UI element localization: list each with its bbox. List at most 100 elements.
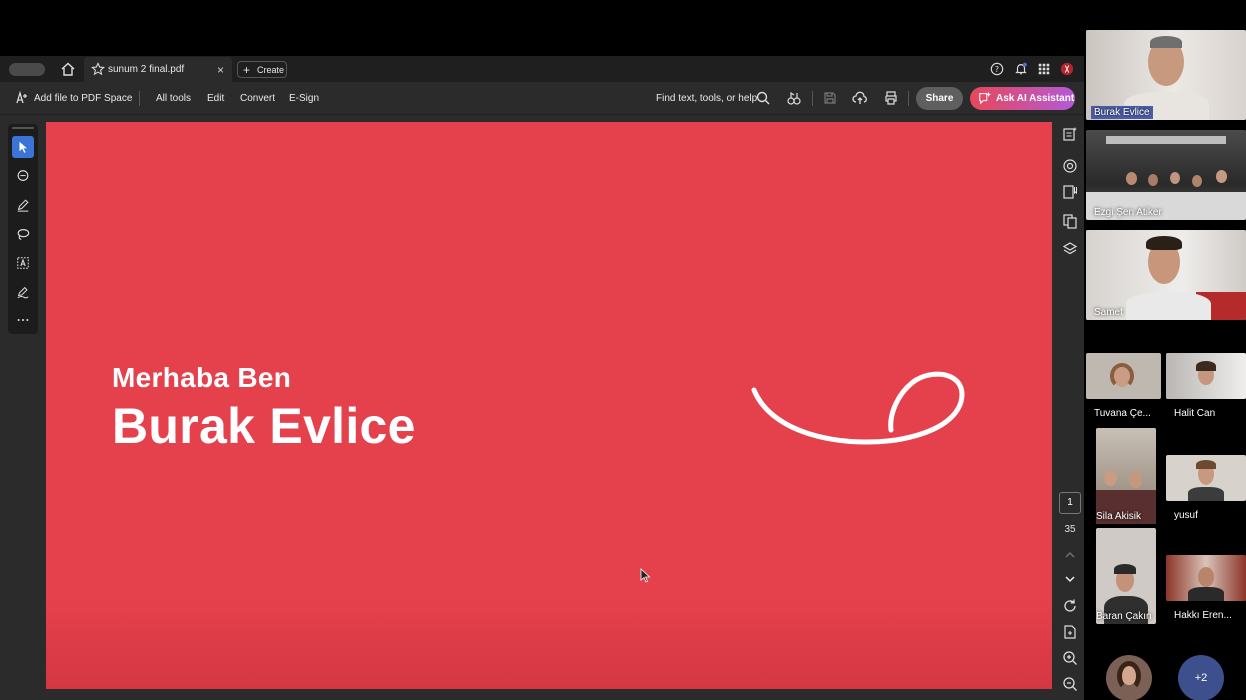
participant-tile[interactable] xyxy=(1166,353,1246,399)
person-face xyxy=(1192,175,1202,187)
ceiling-light xyxy=(1106,136,1226,144)
participant-tile[interactable] xyxy=(1166,555,1246,601)
comment-icon xyxy=(17,170,29,181)
comments-panel-icon[interactable] xyxy=(1062,158,1078,174)
slide-greeting: Merhaba Ben xyxy=(112,362,292,393)
add-file-to-pdf-space-button[interactable]: Add file to PDF Space xyxy=(34,93,132,104)
draw-tool-button[interactable] xyxy=(12,223,34,245)
chevron-up-icon[interactable] xyxy=(1062,547,1078,563)
ai-summary-icon[interactable] xyxy=(1062,126,1078,142)
participant-tile[interactable]: Burak Evlice xyxy=(1086,30,1246,120)
ai-sparkle-icon xyxy=(979,91,992,105)
participant-name: yusuf xyxy=(1174,510,1198,521)
layers-icon[interactable] xyxy=(1062,241,1078,257)
page-bottom-shade xyxy=(46,599,1052,689)
bell-icon[interactable] xyxy=(1014,62,1028,76)
right-tool-rail: 1 35 xyxy=(1056,122,1084,700)
participant-tile[interactable]: Samet xyxy=(1086,230,1246,320)
ask-ai-label: Ask AI Assistant xyxy=(996,93,1075,104)
profile-avatar-icon[interactable] xyxy=(1060,62,1074,76)
participant-name: Hakkı Eren... xyxy=(1174,610,1232,621)
text-tool-button[interactable] xyxy=(12,252,34,274)
add-file-icon xyxy=(16,90,27,104)
signature-pen-icon xyxy=(17,286,29,299)
share-button[interactable]: Share xyxy=(916,87,963,110)
ask-ai-assistant-button[interactable]: Ask AI Assistant xyxy=(970,87,1075,110)
participant-tile[interactable]: Sila Akisik xyxy=(1096,428,1156,524)
pdf-page[interactable]: Merhaba Ben Burak Evlice xyxy=(46,122,1052,689)
person-hair xyxy=(1110,363,1134,389)
bookmark-icon[interactable] xyxy=(1062,184,1078,200)
search-icon[interactable] xyxy=(755,90,771,106)
person-face xyxy=(1104,470,1117,486)
save-icon[interactable] xyxy=(822,90,838,106)
smile-swoosh-graphic xyxy=(751,371,965,445)
select-tool-button[interactable] xyxy=(12,136,34,158)
apps-grid-icon[interactable] xyxy=(1037,62,1051,76)
tab-bar: sunum 2 final.pdf × + Create ? xyxy=(0,56,1084,82)
person-hair xyxy=(1146,236,1182,250)
participant-avatar[interactable] xyxy=(1106,655,1152,700)
participant-tile[interactable]: Ezgi Şen Atiker xyxy=(1086,130,1246,220)
acrobat-window: sunum 2 final.pdf × + Create ? Add file … xyxy=(0,56,1084,700)
star-icon[interactable] xyxy=(91,62,105,76)
participant-tile[interactable] xyxy=(1086,353,1161,399)
tab-title: sunum 2 final.pdf xyxy=(108,64,185,75)
participant-name: Sila Akisik xyxy=(1096,511,1142,522)
close-icon[interactable]: × xyxy=(217,63,224,77)
total-pages: 35 xyxy=(1064,524,1076,535)
highlight-tool-button[interactable] xyxy=(12,194,34,216)
rotate-icon[interactable] xyxy=(1062,598,1078,614)
svg-text:?: ? xyxy=(995,65,999,74)
person-face xyxy=(1148,174,1158,186)
main-toolbar: Add file to PDF Space All tools Edit Con… xyxy=(0,82,1084,115)
pages-icon[interactable] xyxy=(1062,213,1078,229)
chevron-down-icon[interactable] xyxy=(1062,571,1078,587)
person-face xyxy=(1170,172,1180,184)
person-hair xyxy=(1117,661,1141,691)
esign-menu[interactable]: E-Sign xyxy=(289,93,319,104)
person-hair xyxy=(1150,36,1182,48)
tab-sunum-2-final[interactable]: sunum 2 final.pdf × xyxy=(84,57,232,82)
person-body xyxy=(1126,292,1211,320)
screen: sunum 2 final.pdf × + Create ? Add file … xyxy=(0,0,1246,700)
slide-presenter-name: Burak Evlice xyxy=(112,398,416,454)
cursor-arrow-icon xyxy=(19,141,27,153)
participant-name: Halit Can xyxy=(1174,408,1216,419)
divider xyxy=(139,91,140,106)
create-button[interactable]: + Create xyxy=(237,61,287,78)
participant-name: Tuvana Çe... xyxy=(1094,408,1151,419)
current-page-input[interactable]: 1 xyxy=(1059,492,1081,514)
sign-tool-button[interactable] xyxy=(12,281,34,303)
cloud-upload-icon[interactable] xyxy=(852,90,868,106)
zoom-in-icon[interactable] xyxy=(1062,650,1078,666)
search-field[interactable]: Find text, tools, or help xyxy=(656,93,757,104)
person-body xyxy=(1188,587,1224,601)
help-icon[interactable]: ? xyxy=(990,62,1004,76)
create-label: Create xyxy=(257,65,285,75)
person-face xyxy=(1129,472,1142,488)
edit-menu[interactable]: Edit xyxy=(207,93,224,104)
text-box-icon xyxy=(17,257,29,269)
print-icon[interactable] xyxy=(883,90,899,106)
zoom-out-icon[interactable] xyxy=(1062,676,1078,692)
all-tools-menu[interactable]: All tools xyxy=(156,93,191,104)
page-export-icon[interactable] xyxy=(1062,624,1078,640)
participant-tile[interactable] xyxy=(1166,455,1246,501)
convert-menu[interactable]: Convert xyxy=(240,93,275,104)
pen-icon xyxy=(17,199,29,212)
mouse-cursor-icon xyxy=(640,568,651,583)
comment-tool-button[interactable] xyxy=(12,165,34,187)
more-tools-button[interactable] xyxy=(12,309,34,331)
menu-pill-button[interactable] xyxy=(9,63,45,76)
divider xyxy=(812,91,813,106)
person-hair xyxy=(1114,564,1136,574)
more-dots-icon xyxy=(17,318,29,322)
magic-tools-icon[interactable] xyxy=(786,90,802,106)
more-participants-button[interactable]: +2 xyxy=(1178,655,1224,700)
person-hair xyxy=(1196,460,1216,469)
participant-name: Burak Evlice xyxy=(1091,106,1153,119)
home-icon[interactable] xyxy=(60,61,76,77)
participant-name: Samet xyxy=(1094,307,1123,318)
participant-tile[interactable]: Baran Çakın xyxy=(1096,528,1156,624)
